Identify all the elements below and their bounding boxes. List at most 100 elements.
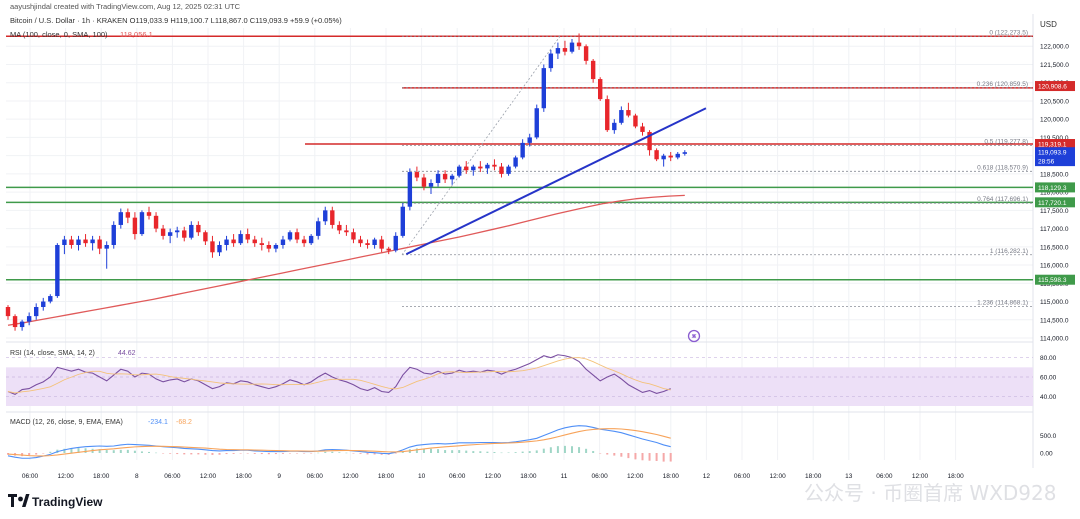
candle-body[interactable] (294, 232, 300, 240)
candle-body[interactable] (668, 155, 673, 158)
candle-body[interactable] (485, 164, 490, 169)
candle-body[interactable] (301, 239, 307, 244)
candle-body[interactable] (598, 79, 603, 100)
candle-body[interactable] (259, 243, 264, 245)
candle-body[interactable] (421, 177, 427, 187)
candle-body[interactable] (273, 245, 279, 249)
candle-body[interactable] (83, 239, 88, 244)
candle-body[interactable] (682, 152, 687, 154)
price-chart[interactable]: 80.0060.0040.00RSI (14, close, SMA, 14, … (0, 0, 1080, 519)
currency-label[interactable]: USD (1040, 20, 1057, 29)
candle-body[interactable] (97, 239, 102, 249)
candle-body[interactable] (245, 234, 250, 240)
candle-body[interactable] (619, 110, 624, 123)
candle-body[interactable] (231, 239, 236, 244)
candle-body[interactable] (576, 42, 582, 47)
candle-body[interactable] (435, 173, 441, 183)
candle-body[interactable] (612, 122, 617, 131)
candle-body[interactable] (534, 108, 539, 138)
candle-body[interactable] (55, 245, 60, 297)
candle-body[interactable] (90, 239, 95, 244)
candle-body[interactable] (358, 239, 363, 244)
candle-body[interactable] (478, 166, 483, 169)
macd-histogram-bar (246, 453, 249, 454)
candle-body[interactable] (132, 217, 138, 235)
candle-body[interactable] (605, 99, 610, 131)
candle-body[interactable] (308, 235, 314, 244)
candle-body[interactable] (654, 150, 659, 160)
candle-body[interactable] (41, 301, 46, 307)
candle-body[interactable] (499, 166, 504, 174)
candle-body[interactable] (104, 245, 109, 249)
candle-body[interactable] (153, 215, 159, 229)
candle-body[interactable] (492, 164, 497, 167)
candle-body[interactable] (48, 296, 53, 302)
candle-body[interactable] (464, 166, 469, 171)
candle-body[interactable] (19, 321, 25, 328)
candle-body[interactable] (330, 210, 335, 225)
candle-body[interactable] (407, 172, 413, 207)
candle-body[interactable] (69, 239, 74, 245)
candle-body[interactable] (569, 42, 575, 52)
candle-body[interactable] (203, 232, 208, 242)
candle-body[interactable] (449, 175, 455, 180)
candle-body[interactable] (548, 53, 554, 69)
candle-body[interactable] (393, 235, 398, 251)
candle-body[interactable] (34, 307, 39, 317)
candle-body[interactable] (590, 60, 596, 80)
candle-body[interactable] (196, 224, 201, 233)
candle-body[interactable] (323, 210, 328, 222)
candle-body[interactable] (414, 172, 420, 178)
candle-body[interactable] (372, 239, 377, 245)
candle-body[interactable] (583, 46, 589, 61)
candle-body[interactable] (5, 307, 11, 317)
candle-body[interactable] (633, 115, 638, 127)
candle-body[interactable] (62, 239, 67, 245)
candle-body[interactable] (555, 48, 561, 54)
candle-body[interactable] (400, 206, 405, 236)
candle-body[interactable] (224, 239, 229, 245)
candle-body[interactable] (160, 228, 166, 236)
candle-body[interactable] (562, 48, 568, 52)
candle-body[interactable] (182, 230, 187, 238)
candle-body[interactable] (125, 212, 131, 218)
candle-body[interactable] (344, 230, 349, 233)
candle-body[interactable] (175, 230, 180, 233)
candle-body[interactable] (252, 239, 257, 244)
candle-body[interactable] (661, 155, 666, 160)
candle-body[interactable] (280, 239, 286, 245)
candle-body[interactable] (520, 142, 525, 158)
candle-body[interactable] (541, 68, 546, 109)
candle-body[interactable] (76, 239, 81, 245)
candle-body[interactable] (266, 245, 272, 249)
candle-body[interactable] (167, 232, 173, 236)
candle-body[interactable] (351, 232, 356, 240)
candle-body[interactable] (527, 137, 532, 143)
candle-body[interactable] (337, 224, 342, 231)
candle-body[interactable] (513, 157, 518, 167)
candle-body[interactable] (471, 166, 476, 171)
candle-body[interactable] (428, 183, 434, 187)
candle-body[interactable] (506, 166, 511, 174)
candle-body[interactable] (146, 212, 152, 216)
candle-body[interactable] (210, 241, 215, 253)
candle-body[interactable] (238, 234, 243, 244)
candle-body[interactable] (640, 126, 645, 132)
candle-body[interactable] (139, 212, 145, 235)
candle-body[interactable] (442, 173, 448, 180)
macd-histogram-bar (140, 451, 143, 453)
candle-body[interactable] (386, 248, 391, 251)
candle-body[interactable] (12, 316, 18, 328)
candle-body[interactable] (287, 232, 293, 240)
candle-body[interactable] (217, 245, 222, 253)
candle-body[interactable] (379, 239, 384, 249)
candle-body[interactable] (118, 212, 123, 225)
candle-body[interactable] (365, 243, 370, 245)
candle-body[interactable] (675, 153, 680, 158)
candle-body[interactable] (626, 110, 631, 116)
candle-body[interactable] (26, 316, 32, 322)
candle-body[interactable] (189, 224, 194, 238)
candle-body[interactable] (316, 221, 321, 236)
candle-body[interactable] (457, 166, 462, 176)
candle-body[interactable] (111, 224, 116, 245)
